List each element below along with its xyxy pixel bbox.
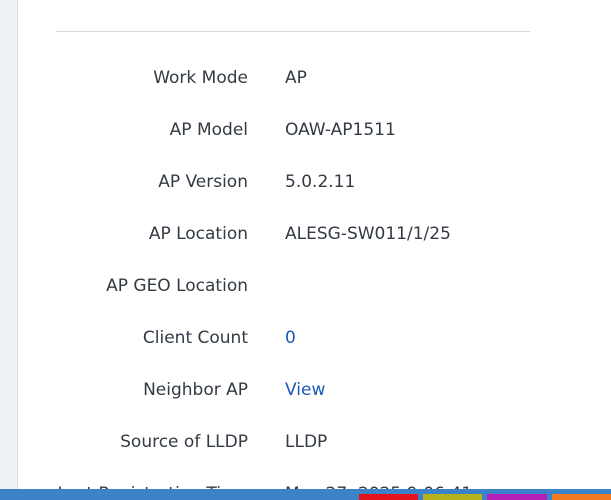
ap-location-label: AP Location [148, 224, 248, 244]
ap-model-label: AP Model [169, 120, 248, 140]
viewport: Work Mode AP AP Model OAW-AP1511 AP Vers… [0, 0, 611, 500]
work-mode-label: Work Mode [153, 68, 248, 88]
ap-version-label: AP Version [158, 172, 248, 192]
detail-row-work-mode: Work Mode AP [18, 66, 611, 90]
source-of-lldp-label: Source of LLDP [120, 432, 248, 452]
detail-row-client-count: Client Count 0 [18, 326, 611, 350]
detail-row-ap-geo-location: AP GEO Location [18, 274, 611, 298]
ap-details-panel: Work Mode AP AP Model OAW-AP1511 AP Vers… [17, 0, 611, 500]
detail-row-source-of-lldp: Source of LLDP LLDP [18, 430, 611, 454]
bottom-status-bar [0, 489, 611, 500]
status-bar-olive-segment [423, 494, 482, 500]
source-of-lldp-value: LLDP [285, 432, 328, 452]
neighbor-ap-label: Neighbor AP [143, 380, 248, 400]
detail-row-ap-version: AP Version 5.0.2.11 [18, 170, 611, 194]
client-count-label: Client Count [142, 328, 248, 348]
ap-location-value: ALESG-SW011/1/25 [285, 224, 451, 244]
ap-geo-location-label: AP GEO Location [106, 276, 248, 296]
neighbor-ap-view-link[interactable]: View [285, 378, 325, 402]
ap-model-value: OAW-AP1511 [285, 120, 396, 140]
status-bar-orange-segment [552, 494, 611, 500]
status-bar-magenta-segment [487, 494, 547, 500]
ap-version-value: 5.0.2.11 [285, 172, 356, 192]
detail-row-neighbor-ap: Neighbor AP View [18, 378, 611, 402]
client-count-link[interactable]: 0 [285, 326, 296, 350]
detail-row-ap-model: AP Model OAW-AP1511 [18, 118, 611, 142]
section-divider [56, 31, 530, 32]
work-mode-value: AP [285, 68, 307, 88]
detail-row-ap-location: AP Location ALESG-SW011/1/25 [18, 222, 611, 246]
status-bar-red-segment [359, 494, 418, 500]
